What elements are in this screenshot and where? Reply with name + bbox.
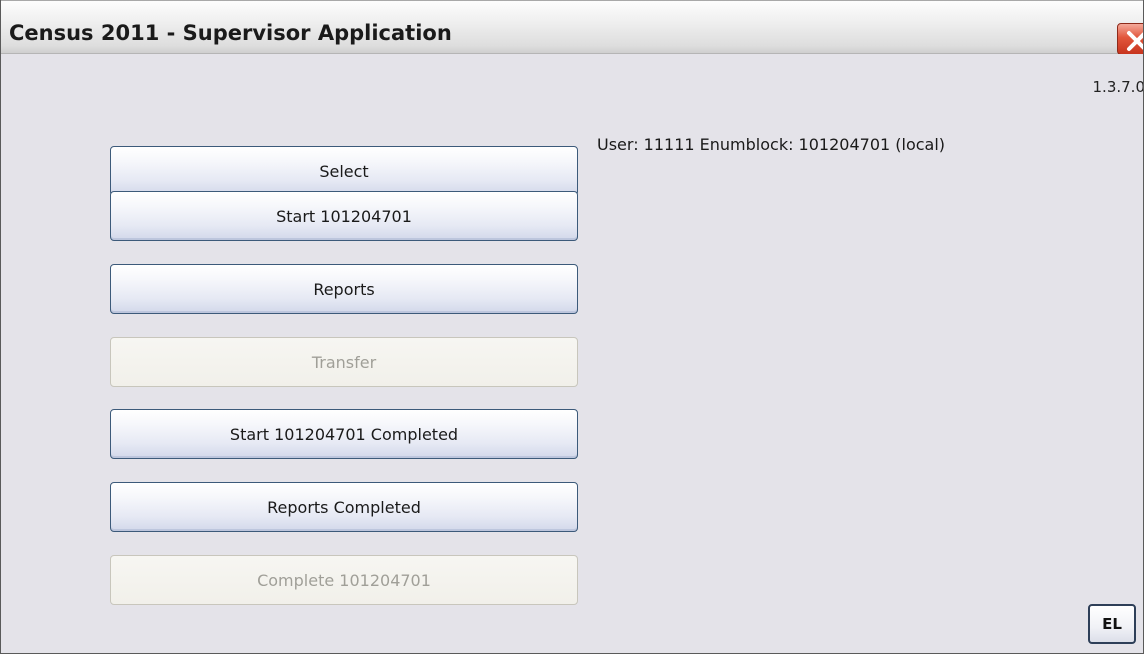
- reports-completed-button[interactable]: Reports Completed: [110, 482, 578, 532]
- transfer-button[interactable]: Transfer: [110, 337, 578, 387]
- reports-button[interactable]: Reports: [110, 264, 578, 314]
- window-title: Census 2011 - Supervisor Application: [9, 21, 452, 45]
- status-text: User: 11111 Enumblock: 101204701 (local): [597, 135, 946, 154]
- start-completed-button[interactable]: Start 101204701 Completed: [110, 409, 578, 459]
- title-bar[interactable]: Census 2011 - Supervisor Application: [1, 0, 1143, 55]
- close-button[interactable]: [1117, 23, 1143, 55]
- close-icon: [1127, 31, 1143, 51]
- language-button[interactable]: EL: [1088, 604, 1136, 644]
- complete-button[interactable]: Complete 101204701: [110, 555, 578, 605]
- start-button[interactable]: Start 101204701: [110, 191, 578, 241]
- version-label: 1.3.7.0: [1092, 78, 1144, 96]
- select-button[interactable]: Select: [110, 146, 578, 196]
- app-window: Census 2011 - Supervisor Application 1.3…: [0, 0, 1144, 654]
- client-area: 1.3.7.0 Select User: 11111 Enumblock: 10…: [1, 54, 1144, 653]
